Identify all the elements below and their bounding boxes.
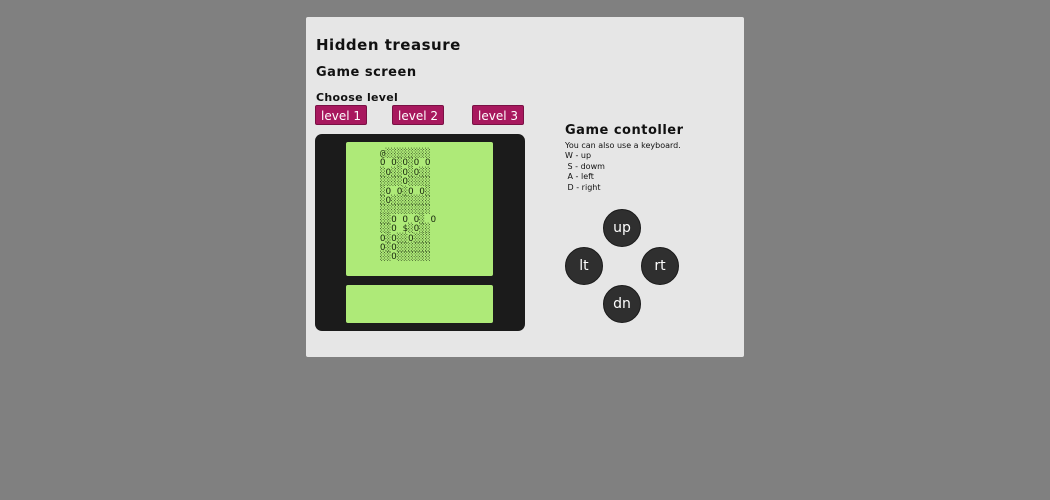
hint-line: S - dowm [565, 161, 605, 171]
controller-title: Game contoller [565, 123, 684, 138]
game-card: Hidden treasure Game screen Choose level… [306, 17, 744, 357]
level-2-button[interactable]: level 2 [392, 105, 444, 125]
page-title: Hidden treasure [316, 36, 461, 54]
hint-line: A - left [565, 172, 594, 182]
left-button[interactable]: lt [565, 247, 603, 285]
choose-level-label: Choose level [316, 91, 399, 104]
game-device: @░░░░░░░░ O O░O░O O ░O░░O░O░░ ░░░░O░░░░ … [315, 134, 525, 331]
right-button[interactable]: rt [641, 247, 679, 285]
hint-line: You can also use a keyboard. [565, 141, 681, 150]
hint-line: W - up [565, 151, 592, 161]
up-button[interactable]: up [603, 209, 641, 247]
game-grid: @░░░░░░░░ O O░O░O O ░O░░O░O░░ ░░░░O░░░░ … [380, 149, 437, 263]
hint-line: D - right [565, 182, 601, 192]
level-3-button[interactable]: level 3 [472, 105, 524, 125]
message-screen [346, 285, 493, 323]
game-screen: @░░░░░░░░ O O░O░O O ░O░░O░O░░ ░░░░O░░░░ … [346, 142, 493, 276]
game-screen-heading: Game screen [316, 65, 417, 80]
level-1-button[interactable]: level 1 [315, 105, 367, 125]
down-button[interactable]: dn [603, 285, 641, 323]
keyboard-hint: You can also use a keyboard. W - up S - … [565, 141, 681, 193]
